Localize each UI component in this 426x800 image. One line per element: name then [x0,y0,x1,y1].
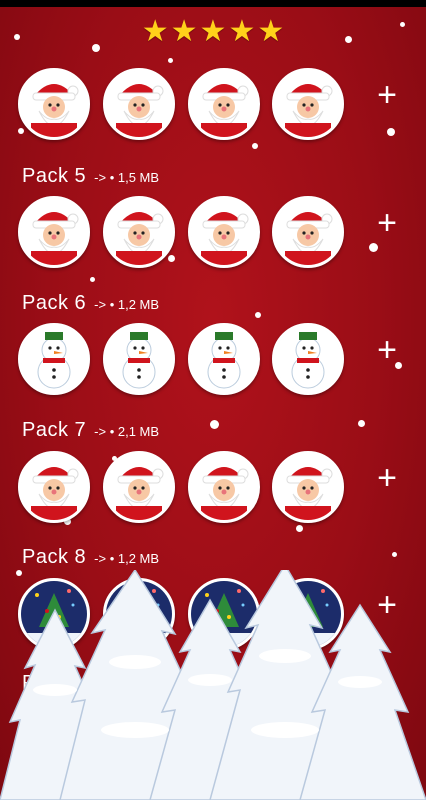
sticker-snowman-wreath[interactable] [188,323,260,395]
pack-title: Pack 8 [22,546,87,568]
sticker-row: + [0,447,426,527]
sticker-fireplace[interactable] [272,578,344,650]
sticker-sleigh-ride[interactable] [18,578,90,650]
sticker-snowman-gold[interactable] [272,323,344,395]
pack-header: Pack 5 -> • 1,5 MB [22,165,159,188]
sticker-santa-in-chimney[interactable] [272,68,344,140]
pack-title: Pack 7 [22,419,87,441]
sticker-santa-with-bowl[interactable] [103,451,175,523]
add-pack-button[interactable]: + [372,78,402,112]
sticker-snowman-fireworks[interactable] [103,323,175,395]
sticker-santa-lying[interactable] [18,196,90,268]
sticker-christmas-stocking[interactable] [188,578,260,650]
status-bar-strip [0,0,426,7]
rating-stars[interactable]: ★★★★★ [0,17,426,47]
sticker-santa-with-bag[interactable] [188,68,260,140]
pack-header: Pack 7 -> • 2,1 MB [22,419,159,442]
pack-title: Pack 6 [22,292,87,314]
add-pack-button[interactable]: + [372,461,402,495]
pack-size: -> • 1,5 MB [94,170,160,185]
sticker-snowman-waving[interactable] [18,323,90,395]
sticker-santa-laughing[interactable] [103,68,175,140]
pack-size: -> • 1,2 MB [94,551,160,566]
star-icon[interactable]: ★ [200,17,227,47]
pack-header: Pack 8 -> • 1,2 MB [22,546,159,569]
sticker-grandma-with-clock[interactable] [272,196,344,268]
sticker-christmas-tree[interactable] [103,578,175,650]
pack-title: Pack 5 [22,165,87,187]
sticker-row: + [0,574,426,654]
sticker-santa-hugging-penguin[interactable] [188,451,260,523]
add-pack-button[interactable]: + [372,333,402,367]
sticker-row: + [0,64,426,144]
sticker-santa-winking[interactable] [272,451,344,523]
star-icon[interactable]: ★ [171,17,198,47]
sticker-santa-sleeping[interactable] [18,68,90,140]
pack-size: -> • 2,1 MB [94,424,160,439]
pack-header: Pack 6 -> • 1,2 MB [22,292,159,315]
sticker-santa-with-sack[interactable] [18,451,90,523]
star-icon[interactable]: ★ [257,17,284,47]
add-pack-button[interactable]: + [372,588,402,622]
star-icon[interactable]: ★ [228,17,255,47]
sticker-santa-skiing[interactable] [103,196,175,268]
sticker-row: + [0,319,426,399]
pack-size: -> • 1,2 MB [94,297,160,312]
add-pack-button[interactable]: + [372,206,402,240]
sticker-santa-gift[interactable] [188,196,260,268]
sticker-row: + [0,192,426,272]
pack-title: Pac [22,672,58,694]
pack-header: Pac [22,672,66,695]
star-icon[interactable]: ★ [142,17,169,47]
